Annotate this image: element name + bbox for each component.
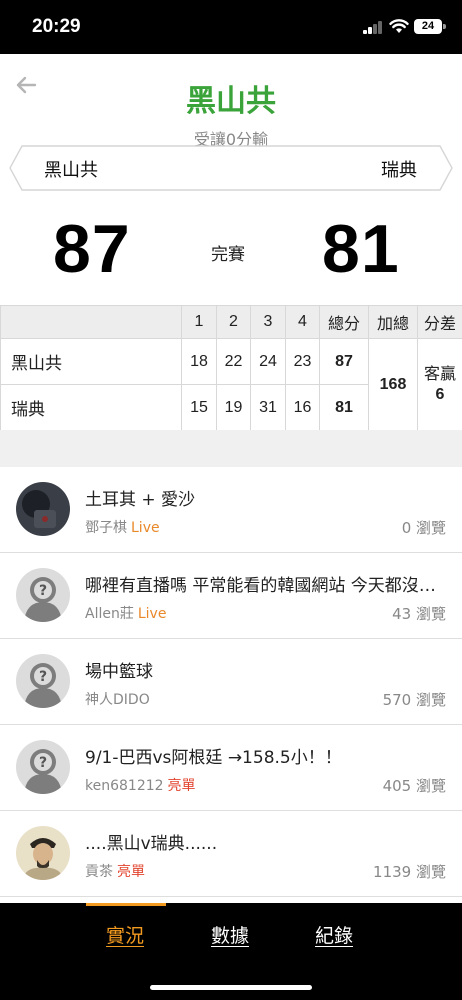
status-bar: 20:29 24 (0, 0, 462, 54)
table-header: 1 (181, 305, 217, 339)
table-header: 加總 (368, 305, 418, 339)
list-item[interactable]: ? 場中籃球 神人DIDO 570 瀏覽 (0, 639, 462, 725)
quarter-cell: 24 (250, 338, 286, 385)
post-author[interactable]: 貢茶 (85, 864, 113, 880)
quarter-cell: 22 (216, 338, 251, 385)
margin-value: 6 (435, 385, 445, 403)
quarter-cell: 19 (216, 384, 251, 431)
post-author[interactable]: Allen莊 (85, 606, 134, 622)
table-header: 2 (216, 305, 251, 339)
list-item[interactable]: ? 9/1-巴西vs阿根廷 →158.5小！！ ken681212 亮單 405 … (0, 725, 462, 811)
battery-icon: 24 (414, 19, 442, 34)
post-tag: 亮單 (117, 864, 145, 880)
matchup-banner: 黑山共 瑞典 (0, 144, 462, 192)
total-cell: 81 (319, 384, 369, 431)
svg-text:?: ? (39, 669, 47, 685)
quarter-cell: 15 (181, 384, 217, 431)
table-header: 總分 (319, 305, 369, 339)
avatar[interactable]: ? (16, 568, 70, 622)
default-avatar-icon: ? (16, 568, 70, 622)
margin-label: 客贏 (423, 365, 456, 383)
section-divider (0, 430, 462, 467)
combined-total-cell: 168 (368, 338, 418, 431)
post-title[interactable]: 場中籃球 (85, 657, 445, 682)
box-score-table: 1 2 3 4 總分 加總 分差 黑山共 18 22 24 23 87 168 … (0, 305, 462, 431)
wifi-icon (389, 19, 409, 33)
table-header: 3 (250, 305, 286, 339)
home-indicator[interactable] (150, 985, 312, 990)
signal-icon (363, 21, 383, 34)
page-title: 黑山共 (186, 84, 276, 119)
post-views: 570 瀏覽 (382, 691, 446, 709)
avatar[interactable] (16, 826, 70, 880)
post-tag: 亮單 (167, 778, 196, 794)
post-meta: Allen莊 Live (85, 603, 166, 623)
post-meta: 鄧子棋 Live (85, 517, 160, 537)
svg-text:?: ? (39, 583, 47, 599)
post-views: 43 瀏覽 (392, 605, 446, 623)
list-item[interactable]: ? 哪裡有直播嗎 平常能看的韓國網站 今天都沒有直播 Allen莊 Live 43… (0, 553, 462, 639)
post-tag: Live (137, 606, 167, 622)
post-views: 0 瀏覽 (401, 519, 446, 537)
post-list: 土耳其 + 愛沙 鄧子棋 Live 0 瀏覽 ? 哪裡有直播嗎 平常能看的韓國網站… (0, 467, 462, 897)
list-item[interactable]: ....黑山v瑞典...... 貢茶 亮單 1139 瀏覽 (0, 811, 462, 897)
quarter-cell: 16 (285, 384, 320, 431)
team-cell: 黑山共 (0, 338, 182, 385)
post-meta: ken681212 亮單 (85, 775, 196, 795)
post-meta: 神人DIDO (85, 689, 150, 709)
post-title[interactable]: 9/1-巴西vs阿根廷 →158.5小！！ (85, 743, 445, 768)
tab-records[interactable]: 紀錄 (315, 921, 353, 948)
status-time: 20:29 (32, 16, 81, 37)
margin-cell: 客贏 6 (417, 338, 462, 431)
default-avatar-icon: ? (16, 740, 70, 794)
default-avatar-icon: ? (16, 654, 70, 708)
post-author[interactable]: ken681212 (85, 778, 164, 794)
post-title[interactable]: ....黑山v瑞典...... (85, 829, 445, 854)
total-cell: 87 (319, 338, 369, 385)
post-author[interactable]: 神人DIDO (85, 692, 150, 708)
home-score: 87 (53, 211, 131, 287)
table-header-row: 1 2 3 4 總分 加總 分差 (0, 305, 462, 339)
team-cell: 瑞典 (0, 384, 182, 431)
post-author[interactable]: 鄧子棋 (85, 520, 127, 536)
home-team-name[interactable]: 黑山共 (44, 156, 98, 182)
post-views: 405 瀏覽 (382, 777, 446, 795)
table-row: 黑山共 18 22 24 23 87 168 客贏 6 (0, 338, 462, 431)
post-tag: Live (131, 520, 160, 536)
avatar[interactable] (16, 482, 70, 536)
tab-live[interactable]: 實況 (106, 921, 144, 948)
quarter-cell: 31 (250, 384, 286, 431)
post-views: 1139 瀏覽 (373, 863, 446, 881)
tab-stats[interactable]: 數據 (211, 921, 249, 948)
post-meta: 貢茶 亮單 (85, 861, 145, 881)
away-score: 81 (322, 211, 400, 287)
list-item[interactable]: 土耳其 + 愛沙 鄧子棋 Live 0 瀏覽 (0, 467, 462, 553)
quarter-cell: 23 (285, 338, 320, 385)
table-header: 4 (285, 305, 320, 339)
active-tab-indicator (86, 903, 166, 906)
table-header (0, 305, 182, 339)
away-team-name[interactable]: 瑞典 (381, 156, 417, 182)
post-title[interactable]: 土耳其 + 愛沙 (85, 485, 445, 510)
avatar[interactable]: ? (16, 654, 70, 708)
table-header: 分差 (417, 305, 462, 339)
avatar[interactable]: ? (16, 740, 70, 794)
svg-text:?: ? (39, 755, 47, 771)
game-status: 完賽 (211, 245, 245, 265)
post-title[interactable]: 哪裡有直播嗎 平常能看的韓國網站 今天都沒有直播 (85, 571, 445, 596)
quarter-cell: 18 (181, 338, 217, 385)
